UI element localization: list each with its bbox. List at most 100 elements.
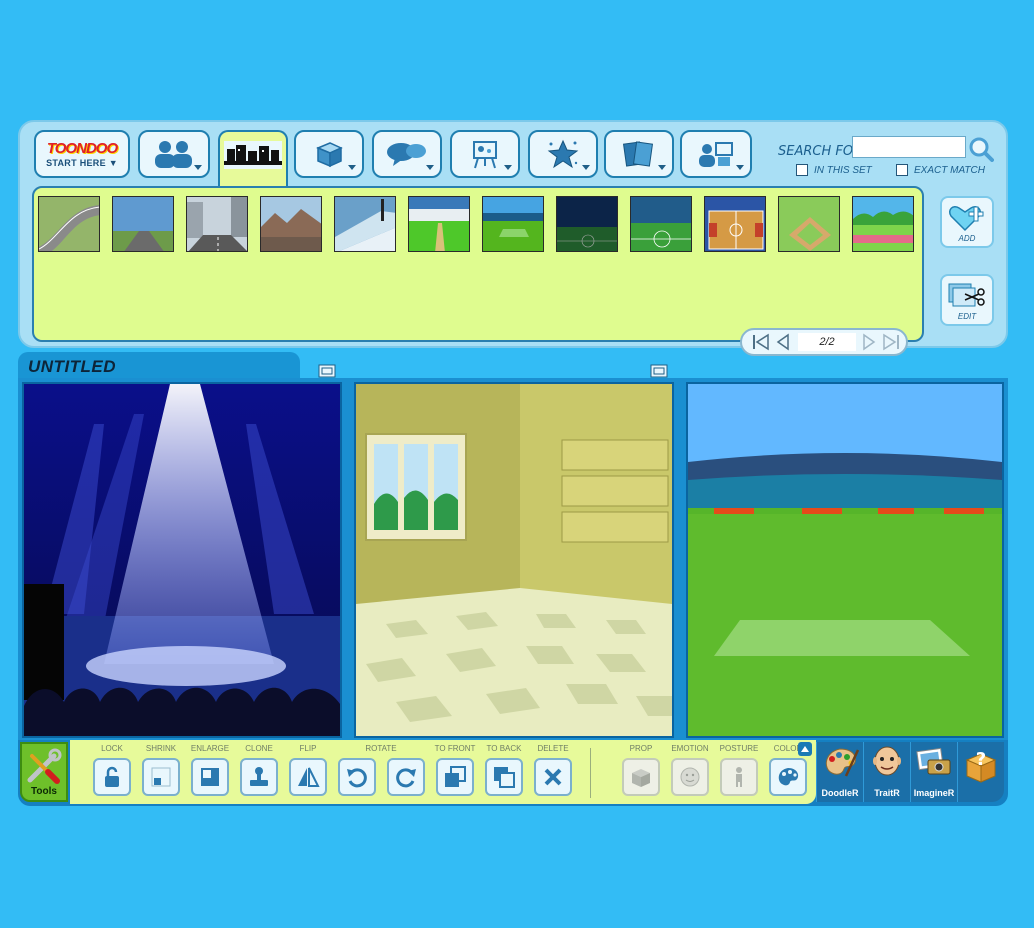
cards-icon	[622, 141, 654, 167]
comic-panel-2[interactable]	[354, 382, 674, 738]
add-button[interactable]: ADD	[940, 196, 994, 248]
props-icon	[316, 142, 343, 168]
rotate-left-button[interactable]	[338, 758, 376, 796]
star-icon	[547, 139, 579, 169]
chevron-down-icon	[426, 165, 434, 170]
palette-icon	[778, 768, 799, 786]
chevron-down-icon	[348, 165, 356, 170]
enlarge-button[interactable]	[191, 758, 229, 796]
tab-templates[interactable]	[604, 130, 674, 178]
in-this-set-checkbox[interactable]	[796, 164, 808, 176]
doodler-button[interactable]: DoodleR	[816, 742, 863, 802]
background-thumb[interactable]	[38, 196, 100, 252]
background-thumb[interactable]	[408, 196, 470, 252]
wrench-screwdriver-icon	[27, 748, 62, 784]
tools-label: Tools	[31, 786, 57, 797]
search-button[interactable]	[968, 136, 994, 162]
edit-label: EDIT	[957, 312, 977, 321]
rotate-right-icon	[396, 768, 416, 788]
tool-label: ROTATE	[365, 744, 397, 753]
room-scene	[356, 384, 672, 736]
tools-button[interactable]: Tools	[20, 742, 68, 802]
scissors-icon	[948, 283, 985, 307]
color-button[interactable]	[769, 758, 807, 796]
prop-button[interactable]	[622, 758, 660, 796]
imaginer-button[interactable]: ImagineR	[910, 742, 957, 802]
exact-match-checkbox[interactable]	[896, 164, 908, 176]
to-back-icon	[494, 767, 515, 788]
add-label: ADD	[958, 234, 976, 243]
easel-icon	[473, 141, 497, 169]
lock-icon	[105, 766, 119, 787]
posture-icon	[736, 767, 742, 787]
background-thumb[interactable]	[704, 196, 766, 252]
emotion-button[interactable]	[671, 758, 709, 796]
background-thumb[interactable]	[334, 196, 396, 252]
search-icon	[969, 137, 994, 162]
to-front-button[interactable]	[436, 758, 474, 796]
page-indicator: 2/2	[798, 333, 856, 351]
flip-button[interactable]	[289, 758, 327, 796]
collapse-toolbar-button[interactable]	[798, 742, 812, 756]
last-page-icon[interactable]	[880, 331, 902, 353]
search-input[interactable]	[852, 136, 966, 158]
shrink-icon	[151, 767, 171, 787]
background-thumb[interactable]	[482, 196, 544, 252]
chevron-up-icon	[801, 746, 809, 752]
tab-my-images[interactable]	[450, 130, 520, 178]
background-thumb[interactable]	[260, 196, 322, 252]
stage-spotlight-scene	[24, 384, 340, 736]
rotate-left-icon	[347, 768, 367, 788]
first-page-icon[interactable]	[750, 331, 772, 353]
in-this-set-option[interactable]: IN THIS SET	[796, 164, 872, 176]
lock-button[interactable]	[93, 758, 131, 796]
tool-label: FLIP	[299, 744, 317, 753]
help-button[interactable]: ?	[957, 742, 1004, 802]
background-thumb[interactable]	[556, 196, 618, 252]
background-thumb[interactable]	[630, 196, 692, 252]
edit-button[interactable]: EDIT	[940, 274, 994, 326]
background-thumb[interactable]	[112, 196, 174, 252]
start-here-tab[interactable]: TOONDOO START HERE ▼	[34, 130, 130, 178]
panel-resize-button[interactable]	[650, 364, 668, 378]
prop-icon	[632, 769, 650, 787]
shrink-button[interactable]	[142, 758, 180, 796]
traitr-button[interactable]: TraitR	[863, 742, 910, 802]
doodler-label: DoodleR	[821, 788, 859, 798]
delete-button[interactable]	[534, 758, 572, 796]
tool-label: DELETE	[537, 744, 569, 753]
tab-community[interactable]	[680, 130, 752, 178]
background-thumb[interactable]	[778, 196, 840, 252]
exact-match-option[interactable]: EXACT MATCH	[896, 164, 985, 176]
tab-favorites[interactable]	[528, 130, 598, 178]
tab-backgrounds[interactable]	[218, 130, 288, 186]
rotate-right-button[interactable]	[387, 758, 425, 796]
posture-button[interactable]	[720, 758, 758, 796]
clone-icon	[250, 767, 268, 786]
to-back-button[interactable]	[485, 758, 523, 796]
panel-resize-button[interactable]	[318, 364, 336, 378]
background-library-tray	[32, 186, 924, 342]
background-thumb[interactable]	[852, 196, 914, 252]
in-this-set-label: IN THIS SET	[814, 164, 872, 176]
comic-panel-3[interactable]	[686, 382, 1004, 738]
clone-button[interactable]	[240, 758, 278, 796]
comic-panel-1[interactable]	[22, 382, 342, 738]
toondoo-app: TOONDOO START HERE ▼ SEARCH FOR IN THIS …	[18, 120, 1008, 808]
tab-speech-bubbles[interactable]	[372, 130, 442, 178]
imaginer-label: ImagineR	[913, 788, 955, 798]
enlarge-icon	[201, 768, 219, 786]
comic-strip	[18, 378, 1008, 742]
library-frame: TOONDOO START HERE ▼ SEARCH FOR IN THIS …	[18, 120, 1008, 356]
tool-panel: LOCK SHRINK ENLARGE CLONE FLIP ROTATE TO…	[70, 740, 816, 804]
start-here-label: START HERE ▼	[46, 158, 118, 168]
comic-title: UNTITLED	[28, 357, 117, 376]
tab-props[interactable]	[294, 130, 364, 178]
background-thumb[interactable]	[186, 196, 248, 252]
speech-bubble-icon	[387, 143, 426, 166]
prev-page-icon[interactable]	[774, 331, 792, 353]
next-page-icon[interactable]	[860, 331, 878, 353]
tab-characters[interactable]	[138, 130, 210, 178]
camera-icon	[916, 747, 951, 775]
to-front-icon	[445, 766, 466, 787]
